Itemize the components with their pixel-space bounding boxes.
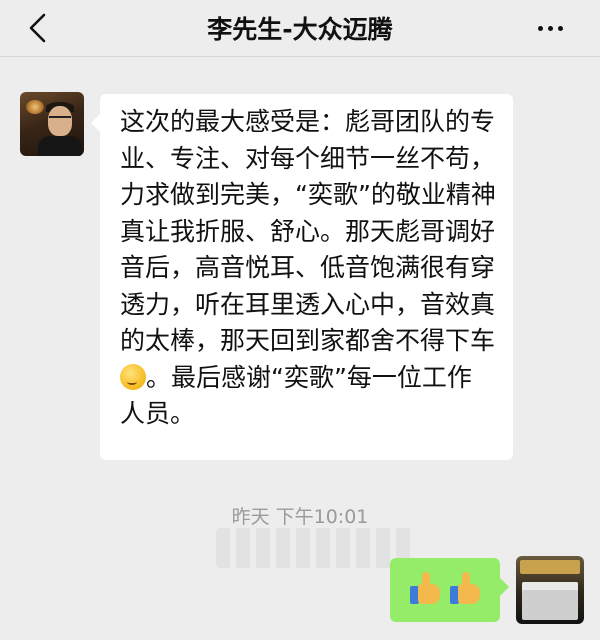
thumbs-up-icon (450, 572, 482, 606)
message-text-part-2: 。最后感谢“奕歌”每一位工作人员。 (120, 362, 472, 429)
thinking-face-emoji-icon (120, 363, 146, 390)
message-timestamp: 昨天 下午10:01 (231, 506, 369, 528)
chat-title: 李先生-大众迈腾 (207, 15, 393, 44)
thumbs-up-emojis (410, 572, 482, 606)
more-options-button[interactable] (530, 14, 570, 42)
incoming-message-bubble[interactable]: 这次的最大感受是：彪哥团队的专业、专注、对每个细节一丝不苟，力求做到完美，“奕歌… (91, 94, 513, 460)
outgoing-message-bubble[interactable] (390, 558, 509, 622)
my-avatar[interactable] (516, 556, 584, 624)
thumbs-up-icon (410, 572, 442, 606)
chat-header: 李先生-大众迈腾 (0, 0, 600, 57)
message-text-part-1: 这次的最大感受是：彪哥团队的专业、专注、对每个细节一丝不苟，力求做到完美，“奕歌… (120, 107, 496, 355)
contact-avatar[interactable] (20, 92, 84, 156)
message-text: 这次的最大感受是：彪哥团队的专业、专注、对每个细节一丝不苟，力求做到完美，“奕歌… (120, 104, 496, 433)
watermark (216, 528, 416, 568)
more-dots-icon (537, 25, 543, 31)
